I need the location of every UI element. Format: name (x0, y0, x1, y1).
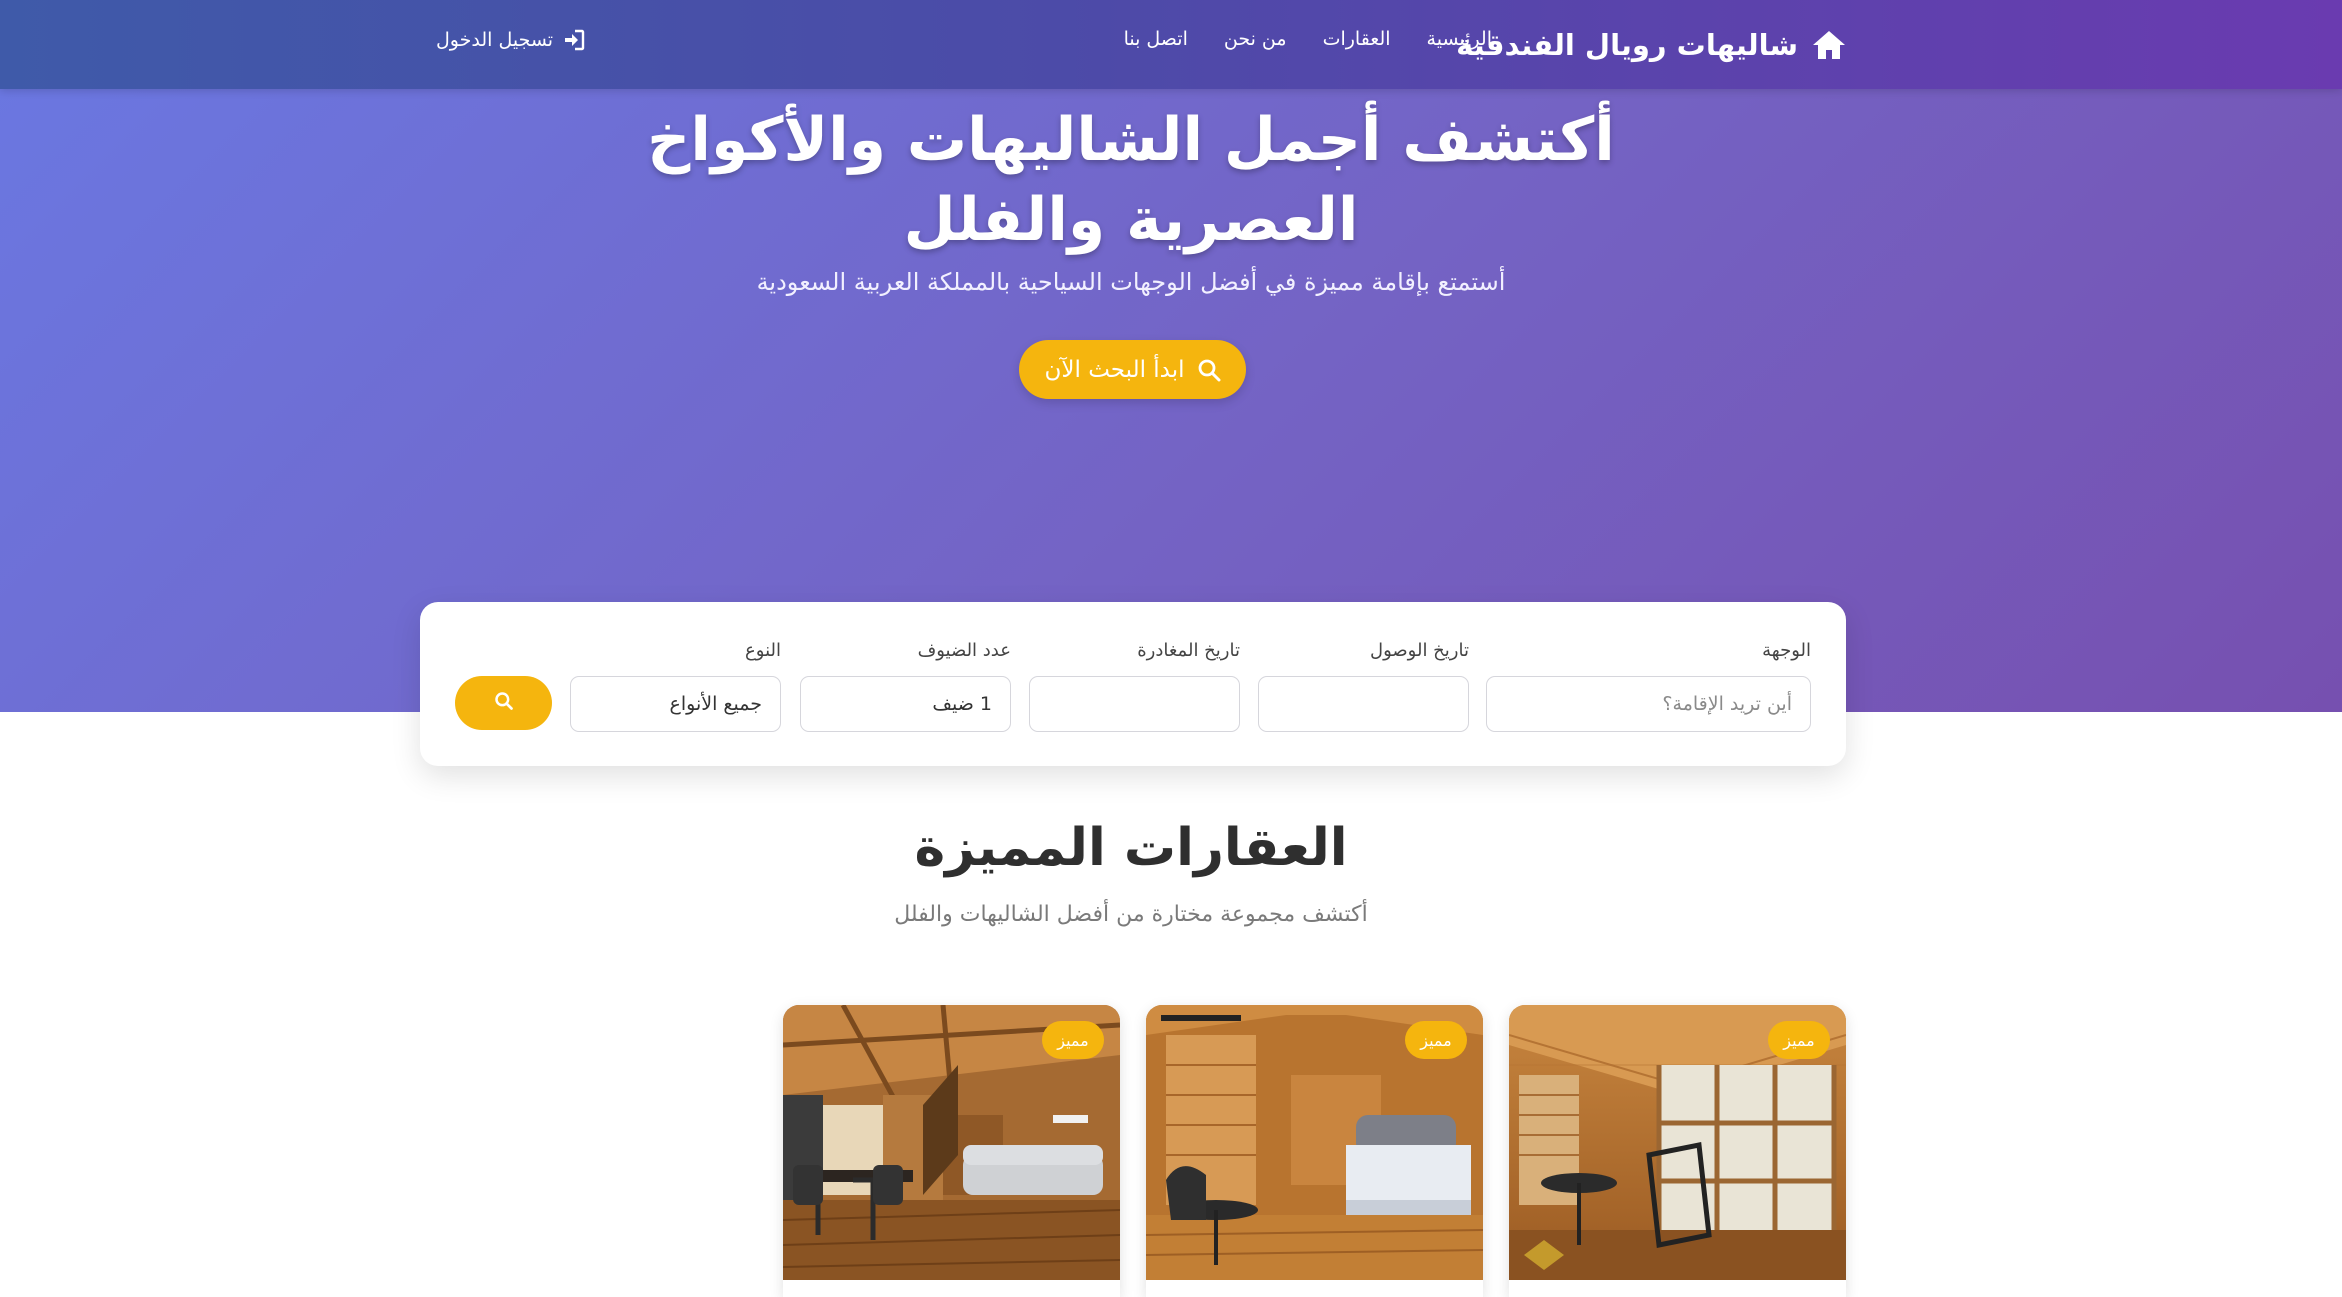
start-search-button[interactable]: ابدأ البحث الآن (1019, 340, 1246, 399)
checkout-label: تاريخ المغادرة (1137, 640, 1240, 661)
nav-link-about[interactable]: من نحن (1224, 28, 1287, 50)
type-label: النوع (745, 640, 781, 661)
property-card[interactable]: مميز (1509, 1005, 1846, 1297)
login-label: تسجيل الدخول (436, 29, 554, 51)
home-icon (1812, 29, 1846, 61)
checkin-input[interactable] (1258, 676, 1469, 732)
featured-badge: مميز (1042, 1021, 1104, 1059)
featured-title: العقارات المميزة (914, 818, 1348, 878)
type-select[interactable]: جميع الأنواع (570, 676, 781, 732)
wooden-chalet-balcony-photo: مميز (1509, 1005, 1846, 1280)
hero-title: أكتشف أجمل الشاليهات والأكواخ العصرية وا… (600, 100, 1662, 260)
start-search-label: ابدأ البحث الآن (1044, 356, 1185, 383)
property-card[interactable]: مميز (1146, 1005, 1483, 1297)
hero-subtitle: أستمتع بإقامة مميزة في أفضل الوجهات السي… (756, 268, 1506, 296)
featured-subtitle: أكتشف مجموعة مختارة من أفضل الشاليهات وا… (894, 902, 1368, 927)
guests-field: عدد الضيوف 1 ضيف (800, 640, 1011, 732)
checkin-label: تاريخ الوصول (1370, 640, 1469, 661)
checkout-input[interactable] (1029, 676, 1240, 732)
nav-link-contact[interactable]: اتصل بنا (1124, 28, 1188, 50)
guests-label: عدد الضيوف (917, 640, 1011, 661)
checkout-field: تاريخ المغادرة (1029, 640, 1240, 732)
type-field: النوع جميع الأنواع (570, 640, 781, 732)
featured-badge: مميز (1405, 1021, 1467, 1059)
property-card[interactable]: مميز (783, 1005, 1120, 1297)
wooden-chalet-bedroom-photo: مميز (1146, 1005, 1483, 1280)
search-form: الوجهة أين تريد الإقامة؟ تاريخ الوصول تا… (420, 602, 1846, 766)
brand-name: شاليهات رويال الفندقية (1456, 28, 1798, 62)
hero-title-line-2: العصرية والفلل (903, 185, 1359, 255)
nav-link-home[interactable]: الرئيسية (1427, 28, 1492, 50)
hero-title-line-1: أكتشف أجمل الشاليهات والأكواخ (647, 105, 1615, 175)
top-navbar: شاليهات رويال الفندقية الرئيسية العقارات… (0, 0, 2342, 89)
search-icon (1197, 358, 1221, 382)
nav-link-properties[interactable]: العقارات (1323, 28, 1391, 50)
destination-input[interactable]: أين تريد الإقامة؟ (1486, 676, 1811, 732)
featured-badge: مميز (1768, 1021, 1830, 1059)
brand[interactable]: شاليهات رويال الفندقية (1456, 22, 1846, 68)
destination-field: الوجهة أين تريد الإقامة؟ (1486, 640, 1811, 732)
checkin-field: تاريخ الوصول (1258, 640, 1469, 732)
destination-label: الوجهة (1762, 640, 1811, 661)
login-button[interactable]: تسجيل الدخول (436, 29, 585, 51)
search-icon (494, 691, 514, 715)
search-submit-button[interactable] (455, 676, 552, 730)
wooden-chalet-living-room-photo: مميز (783, 1005, 1120, 1280)
sign-in-icon (563, 29, 585, 51)
guests-select[interactable]: 1 ضيف (800, 676, 1011, 732)
nav-links: الرئيسية العقارات من نحن اتصل بنا (1124, 28, 1492, 50)
